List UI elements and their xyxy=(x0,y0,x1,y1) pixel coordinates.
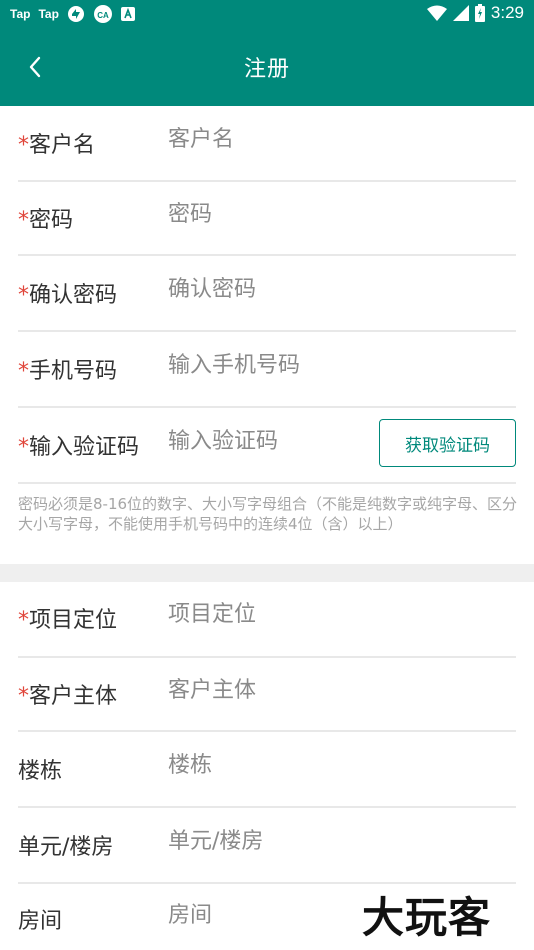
required-mark: * xyxy=(18,684,29,709)
customer-entity-label-text: 客户主体 xyxy=(29,684,118,709)
required-mark: * xyxy=(18,133,29,158)
required-mark: * xyxy=(18,208,29,233)
verification-code-label-text: 输入验证码 xyxy=(29,435,140,460)
form-row-project: *项目定位 xyxy=(18,582,516,658)
verification-code-input[interactable] xyxy=(168,429,368,454)
status-bar: Tap Tap CA 3:29 xyxy=(0,0,534,28)
battery-icon xyxy=(474,4,485,22)
app-icon xyxy=(120,7,135,21)
required-mark: * xyxy=(18,283,29,308)
sync-icon xyxy=(67,5,85,23)
form-row-customer-entity: *客户主体 xyxy=(18,658,516,732)
form-row-building: 楼栋 xyxy=(18,732,516,808)
required-mark: * xyxy=(18,608,29,633)
status-time: 3:29 xyxy=(490,3,524,22)
required-mark: * xyxy=(18,359,29,384)
signal-icon xyxy=(452,5,469,21)
customer-name-label-text: 客户名 xyxy=(29,133,96,158)
taptap-label-1: Tap xyxy=(10,7,31,21)
phone-label-text: 手机号码 xyxy=(29,359,118,384)
phone-input[interactable] xyxy=(168,353,508,378)
building-label: 楼栋 xyxy=(18,759,63,784)
project-label: *项目定位 xyxy=(18,602,117,634)
confirm-password-input[interactable] xyxy=(168,277,508,302)
building-input[interactable] xyxy=(168,753,508,778)
form-row-customer-name: *客户名 xyxy=(18,106,516,182)
password-input[interactable] xyxy=(168,202,508,227)
confirm-password-label-text: 确认密码 xyxy=(29,283,118,308)
cloud-icon: CA xyxy=(93,5,113,23)
password-label: *密码 xyxy=(18,202,73,234)
wifi-icon xyxy=(426,5,447,21)
unit-label: 单元/楼房 xyxy=(18,835,114,860)
verification-code-label: *输入验证码 xyxy=(18,429,139,461)
form-row-unit: 单元/楼房 xyxy=(18,808,516,884)
room-input[interactable] xyxy=(168,903,348,928)
room-label: 房间 xyxy=(18,909,63,934)
unit-input[interactable] xyxy=(168,829,508,854)
app-bar: 注册 xyxy=(0,28,534,106)
password-label-text: 密码 xyxy=(29,208,74,233)
form-row-verification-code: *输入验证码 获取验证码 xyxy=(18,408,516,484)
phone-label: *手机号码 xyxy=(18,353,117,385)
project-input[interactable] xyxy=(168,602,508,627)
taptap-label-2: Tap xyxy=(38,7,59,21)
customer-name-label: *客户名 xyxy=(18,127,95,159)
customer-name-input[interactable] xyxy=(168,127,508,152)
form-row-phone: *手机号码 xyxy=(18,332,516,408)
section-divider xyxy=(0,564,534,582)
status-left: Tap Tap CA xyxy=(10,5,135,23)
form-row-confirm-password: *确认密码 xyxy=(18,256,516,332)
customer-entity-input[interactable] xyxy=(168,678,508,703)
project-label-text: 项目定位 xyxy=(29,608,118,633)
confirm-password-label: *确认密码 xyxy=(18,277,117,309)
svg-text:CA: CA xyxy=(97,11,109,20)
get-code-button[interactable]: 获取验证码 xyxy=(379,419,516,467)
required-mark: * xyxy=(18,435,29,460)
status-right: 3:29 xyxy=(426,3,524,23)
page-title: 注册 xyxy=(243,57,290,82)
form-row-password: *密码 xyxy=(18,182,516,256)
password-hint: 密码必须是8-16位的数字、大小写字母组合（不能是纯数字或纯字母、区分大小写字母… xyxy=(18,495,518,533)
customer-entity-label: *客户主体 xyxy=(18,678,117,710)
watermark-logo: 大玩客 xyxy=(362,893,492,942)
